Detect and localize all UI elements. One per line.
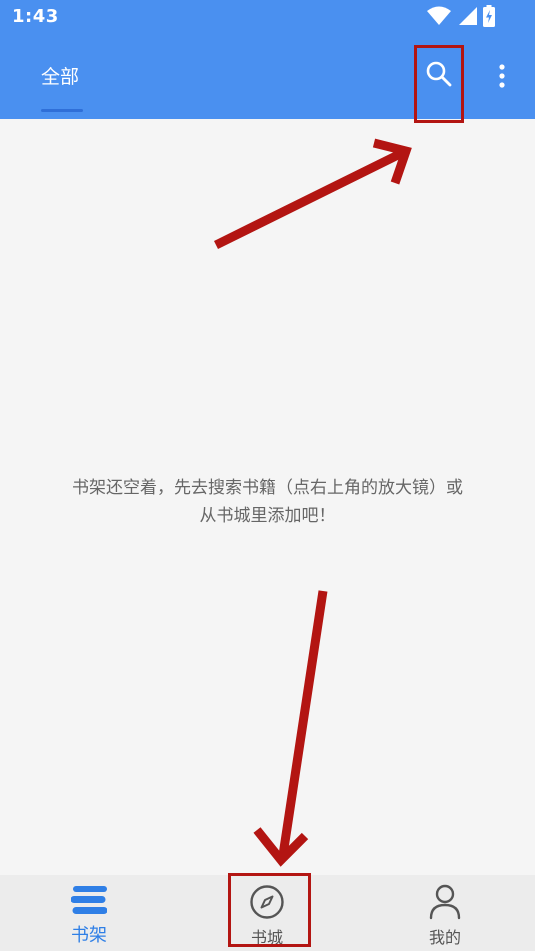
signal-icon bbox=[457, 6, 477, 30]
tab-all[interactable]: 全部 bbox=[41, 62, 79, 89]
tab-indicator bbox=[41, 109, 83, 112]
bottom-nav: 书架 书城 我的 bbox=[0, 875, 535, 951]
screen: 1:43 全部 书架还空着，先去搜索书籍（点右上角的放大镜）或 从书城里添加吧！… bbox=[0, 0, 535, 951]
status-bar: 1:43 bbox=[0, 0, 535, 36]
more-vertical-icon bbox=[498, 63, 506, 93]
wifi-icon bbox=[427, 6, 451, 30]
empty-shelf-message: 书架还空着，先去搜索书籍（点右上角的放大镜）或 从书城里添加吧！ bbox=[20, 474, 515, 530]
arrow-to-bookstore bbox=[253, 590, 328, 867]
bookshelf-icon bbox=[70, 884, 108, 920]
more-options-button[interactable] bbox=[488, 56, 516, 100]
nav-bookshelf-label: 书架 bbox=[71, 925, 107, 946]
person-icon bbox=[428, 884, 462, 924]
battery-charging-icon bbox=[483, 5, 495, 31]
nav-bookstore-label: 书城 bbox=[250, 928, 283, 947]
search-icon bbox=[425, 60, 453, 92]
empty-message-line-2: 从书城里添加吧！ bbox=[199, 506, 336, 526]
search-button[interactable] bbox=[418, 48, 460, 104]
empty-message-line-1: 书架还空着，先去搜索书籍（点右上角的放大镜）或 bbox=[72, 478, 463, 498]
nav-bookshelf[interactable]: 书架 bbox=[29, 875, 149, 951]
app-bar: 全部 bbox=[0, 36, 535, 119]
nav-profile-label: 我的 bbox=[428, 928, 461, 947]
arrow-to-search bbox=[214, 138, 412, 250]
nav-bookstore[interactable]: 书城 bbox=[207, 875, 327, 951]
nav-profile[interactable]: 我的 bbox=[385, 875, 505, 951]
compass-icon bbox=[249, 884, 285, 924]
status-time: 1:43 bbox=[12, 6, 59, 27]
status-icons bbox=[427, 5, 495, 31]
